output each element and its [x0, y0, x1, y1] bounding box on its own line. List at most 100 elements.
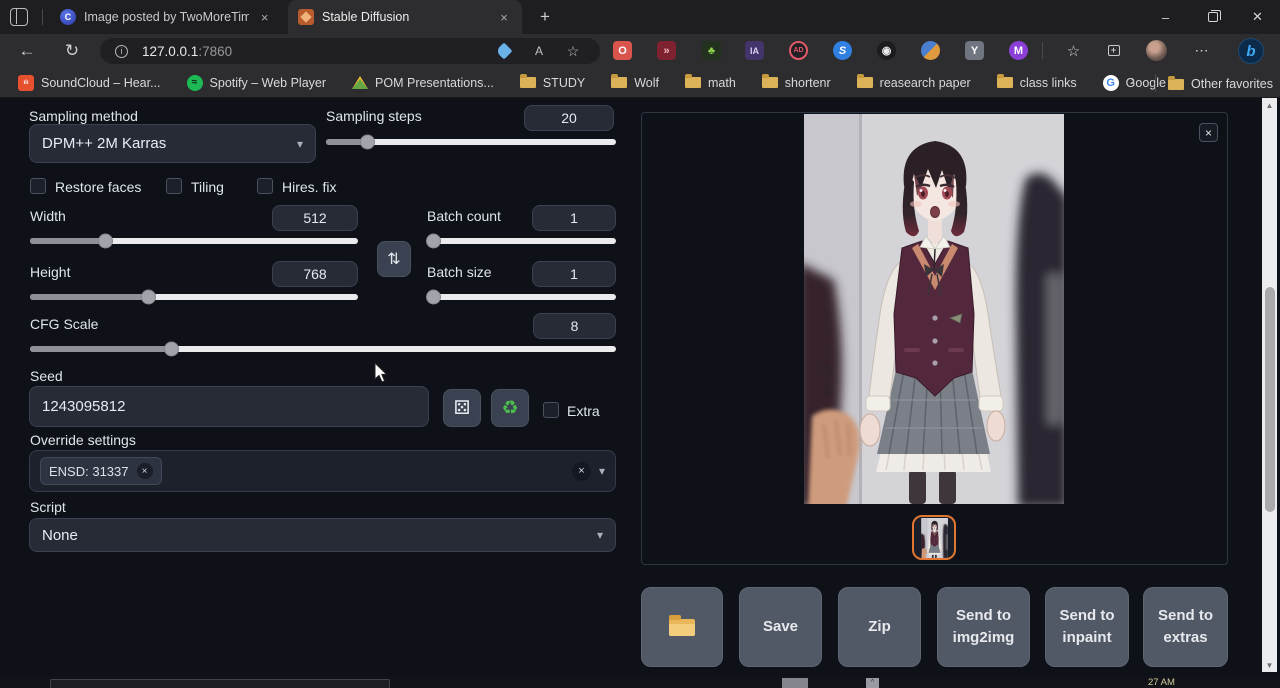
- restore-faces-checkbox[interactable]: [30, 178, 46, 194]
- scrollbar-thumb[interactable]: [1265, 287, 1275, 512]
- ext-shazam-icon[interactable]: S: [833, 41, 852, 60]
- scroll-down-icon[interactable]: ▼: [1262, 658, 1277, 672]
- bookmark-folder-study[interactable]: STUDY: [520, 75, 585, 91]
- window-close-button[interactable]: ✕: [1235, 0, 1280, 34]
- bookmark-folder-shortenr[interactable]: shortenr: [762, 75, 831, 91]
- hires-fix-label: Hires. fix: [282, 179, 336, 195]
- soundcloud-icon: ılı: [18, 75, 34, 91]
- bookmark-folder-reasearch-paper[interactable]: reasearch paper: [857, 75, 971, 91]
- cfg-scale-value[interactable]: 8: [533, 313, 616, 339]
- height-label: Height: [30, 264, 70, 280]
- sampling-steps-slider[interactable]: [326, 139, 616, 145]
- back-icon[interactable]: ←: [15, 39, 39, 63]
- save-button[interactable]: Save: [739, 587, 822, 667]
- slider-handle[interactable]: [98, 234, 113, 249]
- add-favorite-star-icon[interactable]: ☆: [564, 42, 582, 60]
- tab-image-posted[interactable]: C Image posted by TwoMoreTimes ×: [50, 0, 282, 34]
- override-chip[interactable]: ENSD: 31337 ×: [40, 457, 162, 485]
- tiling-label: Tiling: [191, 179, 224, 195]
- screen: C Image posted by TwoMoreTimes × Stable …: [0, 0, 1280, 688]
- sampling-method-dropdown[interactable]: DPM++ 2M Karras ▾: [29, 124, 316, 163]
- swap-width-height-button[interactable]: ⇅: [377, 241, 411, 277]
- refresh-icon[interactable]: ↻: [60, 39, 84, 63]
- bookmark-folder-wolf[interactable]: Wolf: [611, 75, 659, 91]
- tab-actions-menu-icon[interactable]: [10, 8, 28, 26]
- cfg-scale-slider[interactable]: [30, 346, 616, 352]
- sampling-steps-value[interactable]: 20: [524, 105, 614, 131]
- folder-icon: [762, 75, 778, 91]
- tab1-close-icon[interactable]: ×: [257, 10, 272, 25]
- hires-fix-checkbox[interactable]: [257, 178, 273, 194]
- tiling-checkbox[interactable]: [166, 178, 182, 194]
- tab-stable-diffusion[interactable]: Stable Diffusion ×: [288, 0, 522, 34]
- slider-handle[interactable]: [426, 234, 441, 249]
- slider-handle[interactable]: [164, 342, 179, 357]
- read-aloud-icon[interactable]: A: [530, 42, 548, 60]
- ext-video-speed-icon[interactable]: »: [657, 41, 676, 60]
- ext-globe-icon[interactable]: [921, 41, 940, 60]
- bookmark-pom-presentations[interactable]: POM Presentations...: [352, 75, 494, 91]
- width-slider[interactable]: [30, 238, 358, 244]
- ext-internet-archive-icon[interactable]: IA: [745, 41, 764, 60]
- tab2-close-icon[interactable]: ×: [496, 10, 512, 25]
- seed-input[interactable]: 1243095812: [29, 386, 429, 427]
- google-drive-icon: [352, 75, 368, 91]
- open-folder-button[interactable]: [641, 587, 723, 667]
- slider-handle[interactable]: [426, 290, 441, 305]
- reuse-seed-recycle-button[interactable]: ♻: [491, 389, 529, 427]
- override-clear-icon[interactable]: ×: [572, 462, 591, 481]
- batch-size-value[interactable]: 1: [532, 261, 616, 287]
- scroll-up-icon[interactable]: ▲: [1262, 98, 1277, 112]
- width-value[interactable]: 512: [272, 205, 358, 231]
- bing-chat-icon[interactable]: b: [1238, 38, 1264, 64]
- slider-handle[interactable]: [141, 290, 156, 305]
- bookmarks-overflow-chevron-icon[interactable]: ›: [1130, 72, 1135, 89]
- gallery-close-icon[interactable]: ×: [1199, 123, 1218, 142]
- ext-green-creature-icon[interactable]: ♣: [702, 41, 721, 60]
- send-to-inpaint-button[interactable]: Send to inpaint: [1045, 587, 1129, 667]
- override-settings-box[interactable]: ENSD: 31337 × × ▾: [29, 450, 616, 492]
- collections-icon[interactable]: +: [1104, 41, 1123, 60]
- restore-button[interactable]: [1190, 0, 1235, 34]
- site-info-icon[interactable]: i: [115, 45, 128, 58]
- ext-adblock-icon[interactable]: AD: [789, 41, 808, 60]
- bookmark-spotify[interactable]: ≈ Spotify – Web Player: [187, 75, 327, 91]
- bookmark-folder-math[interactable]: math: [685, 75, 736, 91]
- ext-o-icon[interactable]: O: [613, 41, 632, 60]
- chevron-down-icon[interactable]: ▾: [599, 464, 605, 478]
- page-scrollbar[interactable]: ▲ ▼: [1262, 98, 1277, 672]
- new-tab-button[interactable]: +: [534, 6, 556, 28]
- tray-chevron-icon[interactable]: ^: [866, 678, 879, 688]
- chip-remove-icon[interactable]: ×: [137, 463, 153, 479]
- profile-avatar[interactable]: [1146, 40, 1167, 61]
- send-to-img2img-button[interactable]: Send to img2img: [937, 587, 1030, 667]
- bookmark-folder-class-links[interactable]: class links: [997, 75, 1077, 91]
- taskbar-app-icon[interactable]: [782, 678, 808, 688]
- script-dropdown[interactable]: None ▾: [29, 518, 616, 552]
- slider-handle[interactable]: [360, 135, 375, 150]
- random-seed-dice-button[interactable]: ⚄: [443, 389, 481, 427]
- favorites-hub-icon[interactable]: ☆: [1064, 41, 1083, 60]
- zip-button[interactable]: Zip: [838, 587, 921, 667]
- batch-count-slider[interactable]: [427, 238, 616, 244]
- ext-location-pin-icon[interactable]: ◉: [877, 41, 896, 60]
- address-bar[interactable]: i 127.0.0.1:7860 A ☆: [100, 38, 600, 64]
- batch-count-value[interactable]: 1: [532, 205, 616, 231]
- extra-checkbox[interactable]: [543, 402, 559, 418]
- height-value[interactable]: 768: [272, 261, 358, 287]
- batch-size-slider[interactable]: [427, 294, 616, 300]
- other-favorites[interactable]: Other favorites: [1168, 76, 1273, 92]
- tag-icon[interactable]: [495, 42, 513, 60]
- ext-y-icon[interactable]: Y: [965, 41, 984, 60]
- generated-image[interactable]: [804, 114, 1064, 504]
- ext-m-icon[interactable]: M: [1009, 41, 1028, 60]
- height-slider[interactable]: [30, 294, 358, 300]
- gallery-thumbnail[interactable]: [912, 515, 956, 560]
- taskbar-search-box[interactable]: [50, 679, 390, 688]
- send-to-extras-button[interactable]: Send to extras: [1143, 587, 1228, 667]
- settings-menu-icon[interactable]: ⋯: [1192, 41, 1211, 60]
- minimize-button[interactable]: –: [1143, 0, 1188, 34]
- spotify-icon: ≈: [187, 75, 203, 91]
- bookmark-soundcloud[interactable]: ılı SoundCloud – Hear...: [18, 75, 161, 91]
- bookmarks-bar: ılı SoundCloud – Hear... ≈ Spotify – Web…: [0, 68, 1280, 98]
